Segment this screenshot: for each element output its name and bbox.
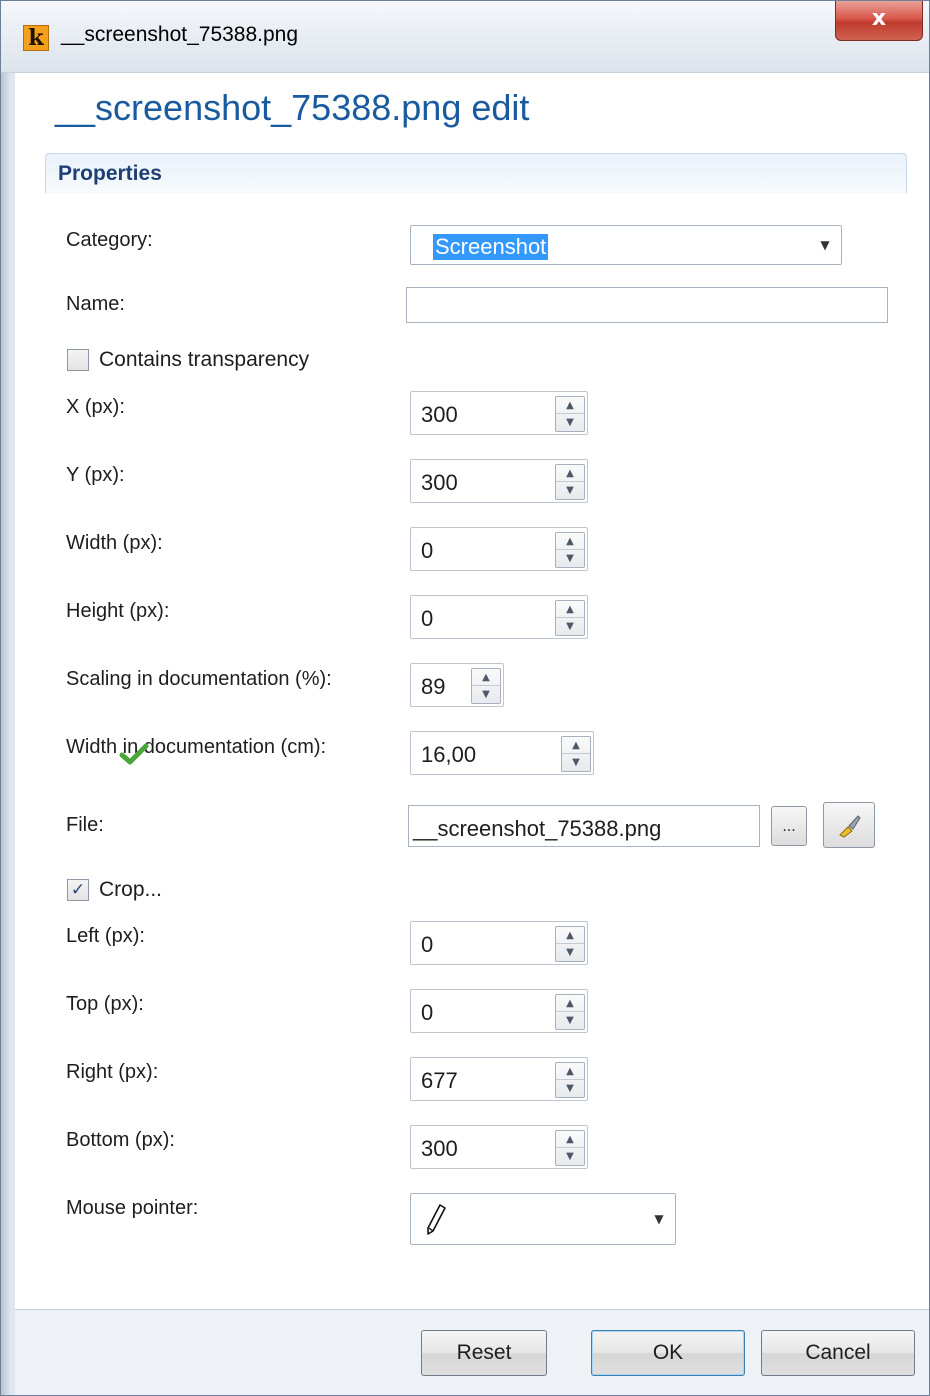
doc-width-spin-buttons: ▲ ▼ <box>561 736 591 772</box>
doc-width-value: 16,00 <box>421 742 477 767</box>
browse-button[interactable]: ... <box>771 806 807 846</box>
properties-section-header: Properties <box>45 153 907 193</box>
doc-width-label: Width in documentation (cm): <box>66 736 327 758</box>
brush-icon <box>839 815 861 838</box>
scaling-label: Scaling in documentation (%): <box>66 668 332 690</box>
crop-checkbox[interactable]: ✓ <box>67 879 89 901</box>
crop-bottom-spin-buttons: ▲ ▼ <box>555 1130 585 1166</box>
close-button[interactable]: x <box>835 1 923 41</box>
spin-up-icon[interactable]: ▲ <box>556 1063 584 1080</box>
width-value: 0 <box>421 538 434 563</box>
crop-left-value: 0 <box>421 932 434 957</box>
crop-right-spin-buttons: ▲ ▼ <box>555 1062 585 1098</box>
spin-down-icon[interactable]: ▼ <box>556 944 584 961</box>
spin-up-icon[interactable]: ▲ <box>556 601 584 618</box>
crop-left-spinner[interactable]: 0 ▲ ▼ <box>410 921 588 965</box>
dialog-content: __screenshot_75388.png edit Properties C… <box>15 73 929 1309</box>
mouse-pointer-label: Mouse pointer: <box>66 1197 199 1219</box>
scaling-spinner[interactable]: 89 ▲ ▼ <box>410 663 504 707</box>
pencil-icon <box>427 1204 446 1235</box>
crop-right-label: Right (px): <box>66 1061 159 1083</box>
spin-down-icon[interactable]: ▼ <box>556 1080 584 1097</box>
crop-right-spinner[interactable]: 677 ▲ ▼ <box>410 1057 588 1101</box>
crop-top-value: 0 <box>421 1000 434 1025</box>
x-value: 300 <box>421 402 458 427</box>
transparency-checkbox[interactable] <box>67 349 89 371</box>
y-label: Y (px): <box>66 464 125 486</box>
spin-up-icon[interactable]: ▲ <box>472 669 500 686</box>
height-label: Height (px): <box>66 600 170 622</box>
title-bar: k __screenshot_75388.png x <box>1 1 929 73</box>
window-title: __screenshot_75388.png <box>61 23 299 46</box>
reset-button[interactable]: Reset <box>421 1330 547 1376</box>
window-frame-left <box>1 73 15 1395</box>
category-value: Screenshot <box>433 234 549 260</box>
spin-down-icon[interactable]: ▼ <box>556 482 584 499</box>
crop-left-spin-buttons: ▲ ▼ <box>555 926 585 962</box>
width-spin-buttons: ▲ ▼ <box>555 532 585 568</box>
category-select[interactable]: Screenshot ▼ <box>410 225 842 265</box>
x-spinner[interactable]: 300 ▲ ▼ <box>410 391 588 435</box>
spin-up-icon[interactable]: ▲ <box>562 737 590 754</box>
spin-up-icon[interactable]: ▲ <box>556 533 584 550</box>
spin-down-icon[interactable]: ▼ <box>556 618 584 635</box>
name-field[interactable] <box>406 287 888 323</box>
spin-down-icon[interactable]: ▼ <box>556 414 584 431</box>
spin-down-icon[interactable]: ▼ <box>556 1012 584 1029</box>
section-title: Properties <box>58 162 162 185</box>
spin-down-icon[interactable]: ▼ <box>556 1148 584 1165</box>
edit-dialog: k __screenshot_75388.png x __screenshot_… <box>0 0 930 1396</box>
x-spin-buttons: ▲ ▼ <box>555 396 585 432</box>
height-value: 0 <box>421 606 434 631</box>
file-path-value: __screenshot_75388.png <box>413 816 662 841</box>
ok-button[interactable]: OK <box>591 1330 745 1376</box>
crop-bottom-spinner[interactable]: 300 ▲ ▼ <box>410 1125 588 1169</box>
spin-up-icon[interactable]: ▲ <box>556 927 584 944</box>
width-spinner[interactable]: 0 ▲ ▼ <box>410 527 588 571</box>
spin-up-icon[interactable]: ▲ <box>556 397 584 414</box>
name-label: Name: <box>66 293 125 315</box>
category-label: Category: <box>66 229 153 251</box>
file-path-field[interactable]: __screenshot_75388.png <box>408 805 760 847</box>
crop-bottom-label: Bottom (px): <box>66 1129 175 1151</box>
app-logo-icon: k <box>23 25 49 51</box>
crop-top-label: Top (px): <box>66 993 144 1015</box>
spin-down-icon[interactable]: ▼ <box>472 686 500 703</box>
crop-left-label: Left (px): <box>66 925 145 947</box>
chevron-down-icon[interactable]: ▼ <box>643 1194 675 1244</box>
scaling-value: 89 <box>421 674 446 699</box>
cancel-button[interactable]: Cancel <box>761 1330 915 1376</box>
transparency-label[interactable]: Contains transparency <box>99 348 309 372</box>
width-label: Width (px): <box>66 532 163 554</box>
crop-label[interactable]: Crop... <box>99 878 162 902</box>
crop-right-value: 677 <box>421 1068 458 1093</box>
spin-up-icon[interactable]: ▲ <box>556 995 584 1012</box>
y-spinner[interactable]: 300 ▲ ▼ <box>410 459 588 503</box>
crop-bottom-value: 300 <box>421 1136 458 1161</box>
mouse-pointer-select[interactable]: ▼ <box>410 1193 676 1245</box>
spin-down-icon[interactable]: ▼ <box>556 550 584 567</box>
spin-up-icon[interactable]: ▲ <box>556 1131 584 1148</box>
crop-top-spin-buttons: ▲ ▼ <box>555 994 585 1030</box>
file-label: File: <box>66 814 104 836</box>
height-spin-buttons: ▲ ▼ <box>555 600 585 636</box>
page-title: __screenshot_75388.png edit <box>55 87 530 128</box>
checkmark-icon <box>119 743 149 765</box>
edit-image-button[interactable] <box>823 802 875 848</box>
dialog-footer: Reset OK Cancel <box>15 1309 929 1395</box>
spin-down-icon[interactable]: ▼ <box>562 754 590 771</box>
crop-top-spinner[interactable]: 0 ▲ ▼ <box>410 989 588 1033</box>
y-spin-buttons: ▲ ▼ <box>555 464 585 500</box>
spin-up-icon[interactable]: ▲ <box>556 465 584 482</box>
doc-width-spinner[interactable]: 16,00 ▲ ▼ <box>410 731 594 775</box>
x-label: X (px): <box>66 396 125 418</box>
y-value: 300 <box>421 470 458 495</box>
chevron-down-icon[interactable]: ▼ <box>809 226 841 264</box>
height-spinner[interactable]: 0 ▲ ▼ <box>410 595 588 639</box>
scaling-spin-buttons: ▲ ▼ <box>471 668 501 704</box>
